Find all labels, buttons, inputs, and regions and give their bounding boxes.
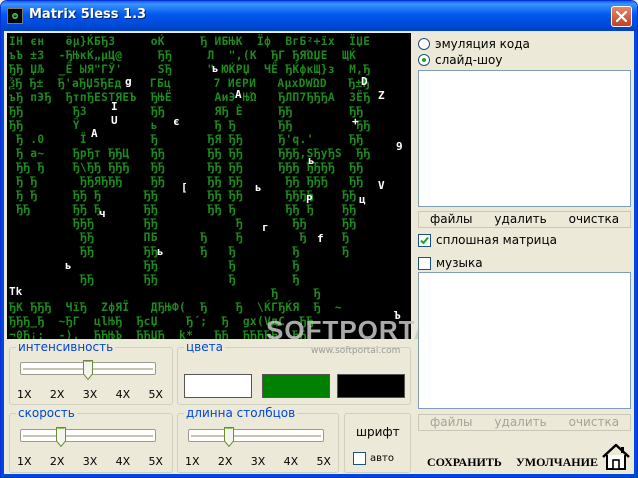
- main-window: ʘ Matrix 5less 1.3 ΙΗ єн ӫµ}ЌБЂЗ оЌ Ђ ИБ…: [0, 0, 638, 478]
- checkmark-icon: [420, 236, 429, 244]
- speed-slider-thumb[interactable]: [55, 427, 66, 447]
- highlight-glyph: Z: [378, 89, 385, 102]
- highlight-glyph: 9: [396, 140, 403, 153]
- tick-label: 1X: [17, 388, 32, 401]
- solid-matrix-checkbox[interactable]: [418, 233, 431, 247]
- title-bar[interactable]: ʘ Matrix 5less 1.3: [1, 1, 637, 31]
- music-files-button[interactable]: файлы: [430, 415, 473, 430]
- solid-matrix-row[interactable]: сплошная матрица: [418, 233, 557, 247]
- default-button[interactable]: УМОЛЧАНИЕ: [516, 455, 598, 470]
- slideshow-delete-button[interactable]: удалить: [494, 212, 546, 227]
- auto-font-checkbox[interactable]: [353, 452, 366, 465]
- radio-code-emulation[interactable]: [418, 38, 430, 50]
- highlight-glyph: I: [111, 100, 118, 113]
- tick-label: 3X: [82, 455, 98, 468]
- mode-code-emulation[interactable]: эмуляция кода: [418, 37, 530, 51]
- music-label: музыка: [436, 256, 483, 270]
- highlight-glyph: P: [306, 193, 313, 206]
- highlight-glyph: г: [262, 221, 269, 234]
- column-length-label: длинна столбцов: [184, 406, 298, 420]
- music-checkbox[interactable]: [418, 256, 431, 270]
- matrix-app-icon: ʘ: [7, 8, 23, 24]
- highlight-glyph: ь: [212, 62, 219, 75]
- highlight-glyph: g: [125, 75, 132, 88]
- tick-label: 1X: [185, 455, 200, 468]
- music-row[interactable]: музыка: [418, 256, 483, 270]
- window-title: Matrix 5less 1.3: [29, 7, 147, 22]
- matrix-preview: ΙΗ єн ӫµ}ЌБЂЗ оЌ Ђ ИБЊК Ϊф ВгБ²+їх ЇЏЕ ъ…: [7, 33, 411, 339]
- font-button[interactable]: шрифт: [356, 425, 400, 439]
- highlight-glyph: ч: [99, 207, 106, 220]
- column-length-slider-thumb[interactable]: [223, 427, 234, 447]
- intensity-label: интенсивность: [16, 340, 116, 354]
- highlight-glyph: ь: [65, 259, 72, 272]
- close-button[interactable]: [611, 6, 632, 27]
- solid-matrix-label: сплошная матрица: [436, 233, 558, 247]
- highlight-glyph: ь: [255, 181, 262, 194]
- tick-label: 5X: [316, 455, 331, 468]
- tick-label: 5X: [148, 455, 163, 468]
- highlight-glyph: D: [361, 75, 368, 88]
- speed-ticks: 1X 2X 3X 4X 5X: [17, 455, 163, 468]
- highlight-glyph: є: [173, 115, 180, 128]
- matrix-background-color-swatch[interactable]: [337, 374, 405, 398]
- highlight-glyph: [: [181, 181, 188, 194]
- tick-label: 2X: [49, 388, 65, 401]
- radio-label: эмуляция кода: [435, 37, 530, 51]
- highlight-glyph: U: [111, 114, 118, 127]
- highlight-glyph: f: [317, 232, 324, 245]
- tick-label: 1X: [17, 455, 32, 468]
- slider-groove: [191, 435, 321, 437]
- music-clear-button[interactable]: очистка: [569, 415, 619, 430]
- radio-slideshow[interactable]: [418, 54, 430, 66]
- highlight-glyph: ь: [308, 154, 315, 167]
- colors-label: цвета: [184, 340, 225, 354]
- tick-label: 3X: [82, 388, 98, 401]
- highlight-glyph: A: [235, 88, 242, 101]
- column-length-ticks: 1X 2X 3X 4X 5X: [185, 455, 331, 468]
- intensity-slider-thumb[interactable]: [83, 360, 93, 380]
- column-length-slider[interactable]: [188, 429, 324, 442]
- tick-label: 2X: [49, 455, 65, 468]
- auto-font-label: авто: [370, 453, 394, 464]
- radio-label: слайд-шоу: [435, 53, 503, 67]
- highlight-glyph: ь: [157, 245, 164, 258]
- matrix-text-color-swatch[interactable]: [262, 374, 330, 398]
- save-button[interactable]: СОХРАНИТЬ: [427, 455, 502, 470]
- matrix-rain-text: ΙΗ єн ӫµ}ЌБЂЗ оЌ Ђ ИБЊК Ϊф ВгБ²+їх ЇЏЕ ъ…: [9, 35, 371, 339]
- slideshow-file-buttons: файлы удалить очистка: [418, 211, 631, 228]
- slideshow-clear-button[interactable]: очистка: [569, 212, 619, 227]
- tick-label: 4X: [115, 455, 131, 468]
- slideshow-file-list[interactable]: [418, 70, 631, 207]
- tick-label: 4X: [283, 455, 299, 468]
- mode-slideshow[interactable]: слайд-шоу: [418, 53, 502, 67]
- home-icon[interactable]: [601, 443, 631, 471]
- music-file-list[interactable]: [418, 272, 631, 409]
- slider-groove: [23, 435, 153, 437]
- matrix-highlight-color-swatch[interactable]: [184, 374, 252, 398]
- auto-font-row[interactable]: авто: [353, 452, 394, 465]
- speed-label: скорость: [16, 406, 77, 420]
- highlight-glyph: Tk: [9, 285, 23, 298]
- highlight-glyph: A: [91, 127, 98, 140]
- tick-label: 4X: [115, 388, 131, 401]
- tick-label: 2X: [217, 455, 233, 468]
- speed-slider[interactable]: [20, 429, 156, 442]
- highlight-glyph: ц: [359, 193, 366, 206]
- highlight-glyph: V: [378, 179, 385, 192]
- music-delete-button[interactable]: удалить: [494, 415, 546, 430]
- highlight-glyph: +: [352, 115, 359, 128]
- intensity-ticks: 1X 2X 3X 4X 5X: [17, 388, 163, 401]
- tick-label: 3X: [250, 455, 266, 468]
- music-file-buttons: файлы удалить очистка: [418, 414, 631, 431]
- tick-label: 5X: [148, 388, 163, 401]
- slideshow-files-button[interactable]: файлы: [430, 212, 473, 227]
- close-icon: [616, 11, 627, 22]
